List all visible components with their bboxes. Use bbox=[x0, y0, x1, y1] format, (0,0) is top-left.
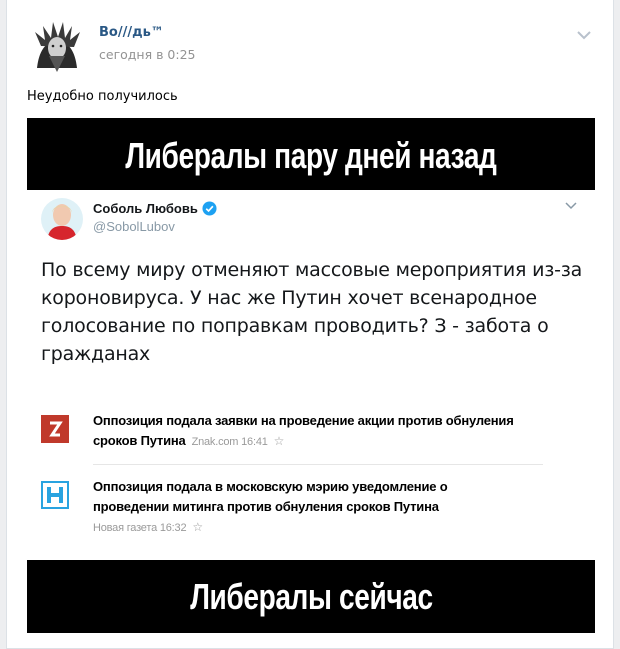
verified-icon bbox=[202, 201, 217, 216]
author-avatar[interactable] bbox=[27, 16, 87, 76]
news-headline: Оппозиция подала в московскую мэрию увед… bbox=[93, 477, 523, 538]
tweet-handle: @SobolLubov bbox=[93, 219, 175, 234]
meme-image[interactable]: Либералы пару дней назад Соболь Любовь @… bbox=[27, 118, 595, 633]
news-source: Znak.com 16:41 bbox=[191, 436, 268, 448]
meme-top-caption: Либералы пару дней назад bbox=[27, 118, 595, 190]
tweet-author-name: Соболь Любовь bbox=[93, 201, 217, 216]
meme-bottom-caption: Либералы сейчас bbox=[27, 560, 595, 633]
news-meta: Новая газета 16:32 ☆ bbox=[93, 517, 523, 538]
znak-logo-icon bbox=[41, 415, 69, 443]
author-name[interactable]: Во///дь™ bbox=[99, 25, 164, 40]
star-icon: ☆ bbox=[192, 520, 203, 534]
news-source: Новая газета 16:32 bbox=[93, 522, 187, 534]
star-icon: ☆ bbox=[273, 434, 285, 448]
post-card: Во///дь™ сегодня в 0:25 Неудобно получил… bbox=[6, 0, 614, 649]
tweet-avatar bbox=[41, 198, 83, 240]
tweet-author-name-text: Соболь Любовь bbox=[93, 201, 198, 216]
news-headline-text: Оппозиция подала заявки на проведение ак… bbox=[93, 413, 514, 448]
chevron-down-icon[interactable] bbox=[575, 28, 593, 42]
news-headline: Оппозиция подала заявки на проведение ак… bbox=[93, 411, 523, 452]
divider bbox=[93, 464, 543, 465]
post-text: Неудобно получилось bbox=[27, 89, 178, 104]
post-time[interactable]: сегодня в 0:25 bbox=[99, 47, 196, 62]
tweet-text: По всему миру отменяют массовые мероприя… bbox=[41, 259, 583, 365]
chevron-down-icon bbox=[565, 202, 577, 210]
novaya-gazeta-logo-icon bbox=[41, 481, 69, 509]
meme-top-caption-text: Либералы пару дней назад bbox=[125, 135, 497, 176]
news-headline-text: Оппозиция подала в московскую мэрию увед… bbox=[93, 479, 448, 514]
meme-bottom-caption-text: Либералы сейчас bbox=[189, 576, 433, 617]
